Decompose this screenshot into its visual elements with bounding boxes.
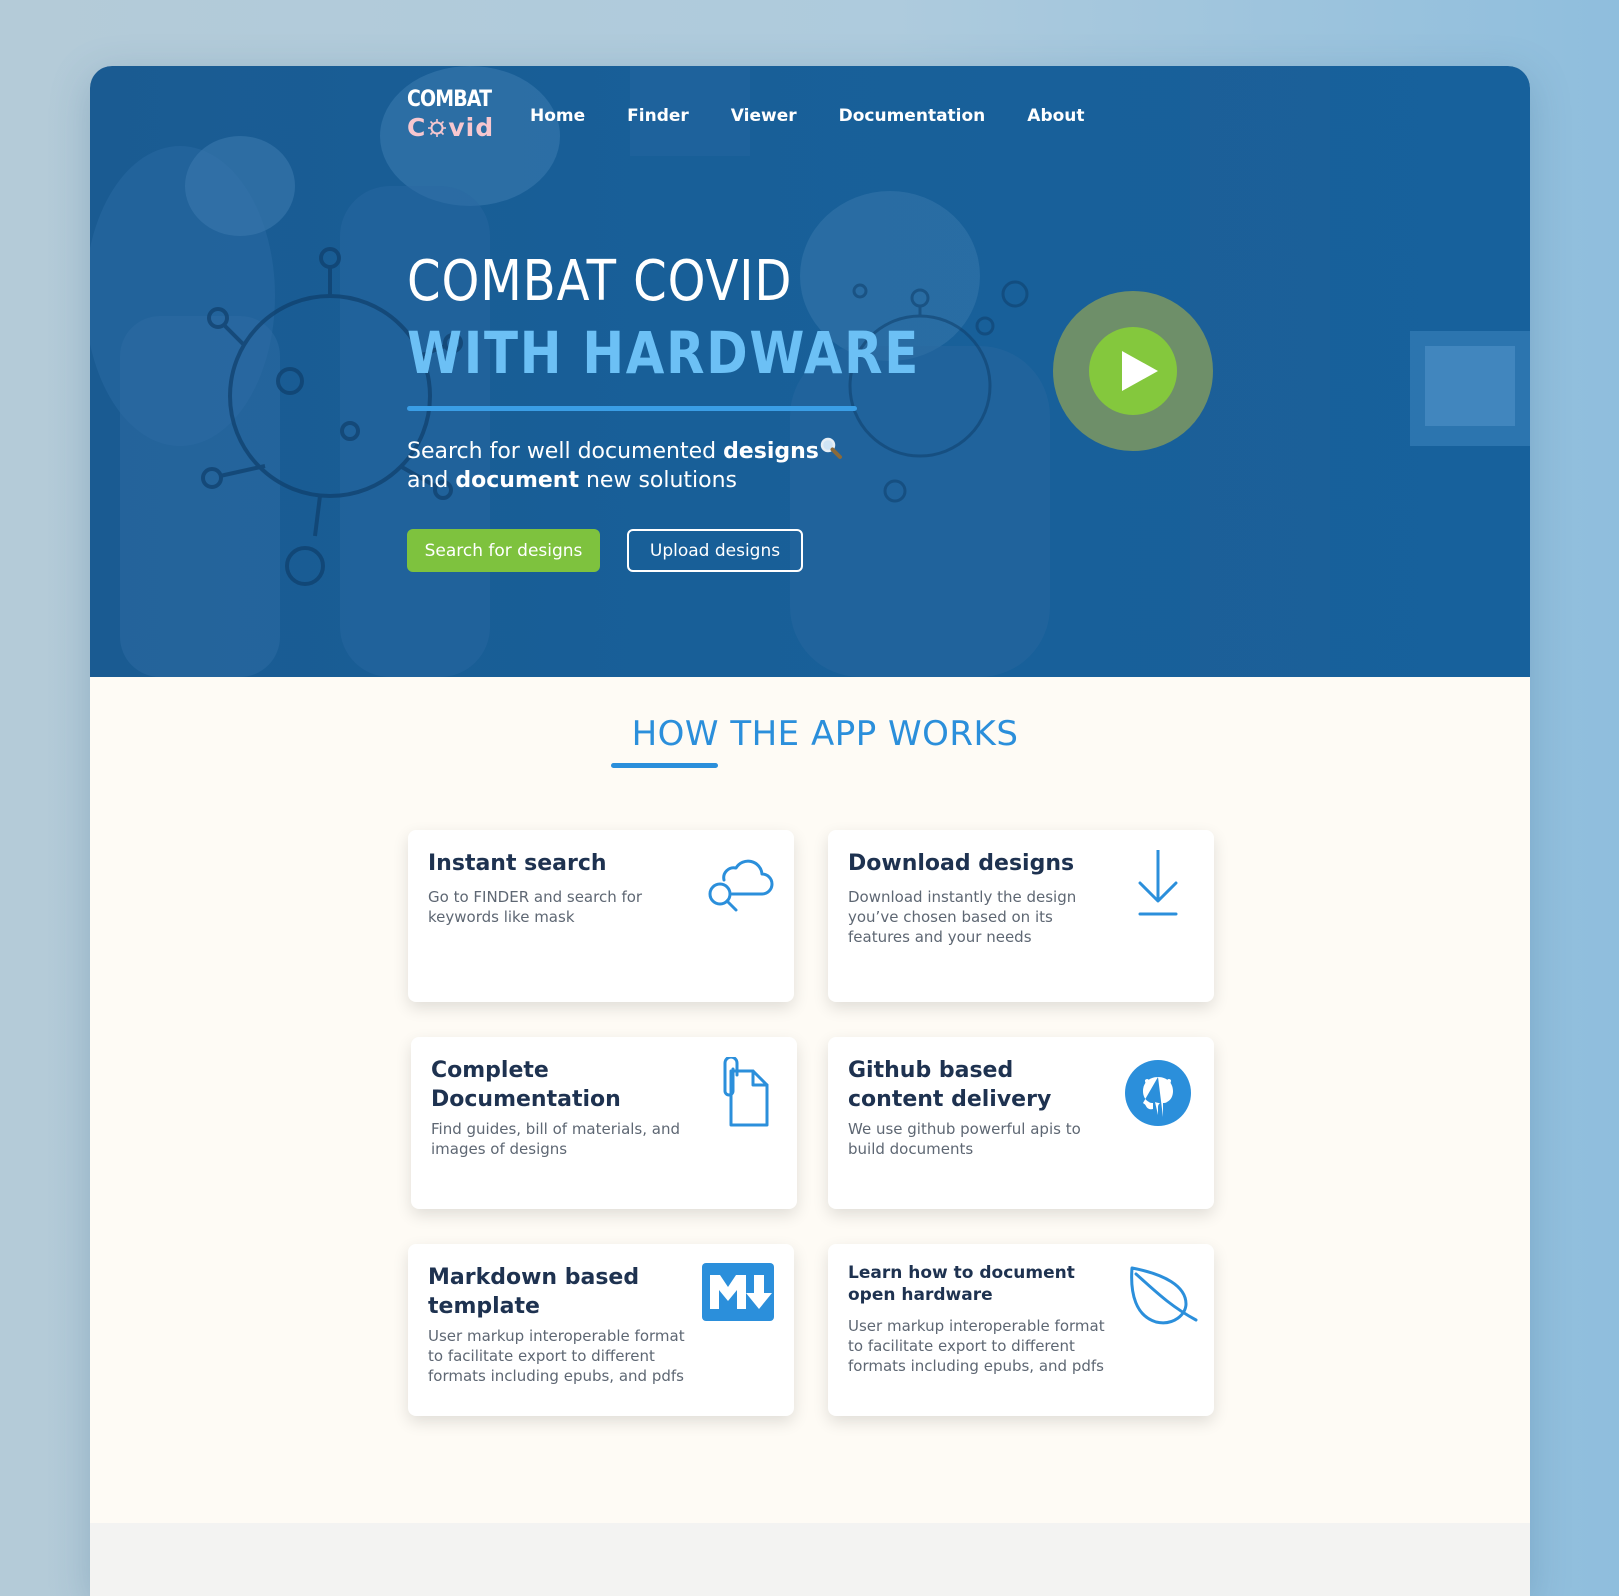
github-icon <box>1125 1060 1191 1126</box>
search-designs-button[interactable]: Search for designs <box>407 529 600 572</box>
hero-title-line1: COMBAT COVID <box>407 249 793 314</box>
top-navigation: COMBAT Cvid Home Finder Viewer Documenta… <box>407 86 1127 146</box>
card-title: Complete Documentation <box>431 1058 621 1112</box>
hero-subtitle-text-2: and <box>407 468 456 493</box>
virus-icon <box>428 119 447 137</box>
logo-letters-vid: vid <box>448 113 495 142</box>
site-logo[interactable]: COMBAT Cvid <box>407 86 502 146</box>
hero-title-line2: WITH HARDWARE <box>407 319 921 387</box>
card-title: Github based content delivery <box>848 1058 1052 1112</box>
nav-link-finder[interactable]: Finder <box>627 106 689 126</box>
card-title: Instant search <box>428 851 607 876</box>
play-button-circle <box>1089 327 1177 415</box>
hero-subtitle-text-3: new solutions <box>578 468 738 493</box>
feature-card-instant-search: Instant search Go to FINDER and search f… <box>408 830 794 1002</box>
leaf-icon <box>1130 1266 1198 1325</box>
card-title: Learn how to document open hardware <box>848 1263 1075 1305</box>
logo-letter-c: C <box>407 113 427 142</box>
nav-link-about[interactable]: About <box>1027 106 1084 126</box>
magnifier-icon <box>820 437 842 459</box>
feature-card-learn-document: Learn how to document open hardware User… <box>828 1244 1214 1416</box>
download-icon <box>1138 850 1178 916</box>
hero-subtitle-text-1: Search for well documented <box>407 439 724 464</box>
card-description: User markup interoperable format to faci… <box>428 1327 685 1385</box>
markdown-icon <box>702 1263 774 1321</box>
nav-link-home[interactable]: Home <box>530 106 585 126</box>
cloud-search-icon <box>708 859 774 912</box>
how-it-works-title: HOW THE APP WORKS <box>631 714 1019 754</box>
feature-card-complete-documentation: Complete Documentation Find guides, bill… <box>411 1037 797 1209</box>
hero-title-underline <box>407 406 857 411</box>
hero-subtitle-bold-document: document <box>455 468 579 493</box>
play-video-button[interactable] <box>1053 291 1213 451</box>
feature-card-markdown-template: Markdown based template User markup inte… <box>408 1244 794 1416</box>
app-window: COMBAT Cvid Home Finder Viewer Documenta… <box>90 66 1530 1596</box>
hero-subtitle: Search for well documented designs and d… <box>407 436 843 495</box>
card-description: User markup interoperable format to faci… <box>848 1317 1105 1375</box>
upload-designs-button[interactable]: Upload designs <box>627 529 803 572</box>
nav-link-viewer[interactable]: Viewer <box>731 106 797 126</box>
nav-link-documentation[interactable]: Documentation <box>839 106 986 126</box>
feature-card-download-designs: Download designs Download instantly the … <box>828 830 1214 1002</box>
how-it-works-underline <box>611 763 718 768</box>
footer-band <box>90 1523 1530 1596</box>
hero-subtitle-bold-designs: designs <box>723 439 819 464</box>
card-description: Find guides, bill of materials, and imag… <box>431 1120 680 1158</box>
card-description: Go to FINDER and search for keywords lik… <box>428 888 643 926</box>
hero-section: COMBAT Cvid Home Finder Viewer Documenta… <box>90 66 1530 677</box>
logo-text-top: COMBAT <box>407 87 492 112</box>
card-title: Markdown based template <box>428 1265 640 1319</box>
play-icon <box>1122 351 1158 391</box>
card-description: We use github powerful apis to build doc… <box>848 1120 1081 1158</box>
card-title: Download designs <box>848 851 1075 876</box>
card-description: Download instantly the design you’ve cho… <box>848 888 1077 946</box>
logo-text-bottom: Cvid <box>407 113 494 142</box>
document-clip-icon <box>723 1057 769 1127</box>
feature-card-github-delivery: Github based content delivery We use git… <box>828 1037 1214 1209</box>
